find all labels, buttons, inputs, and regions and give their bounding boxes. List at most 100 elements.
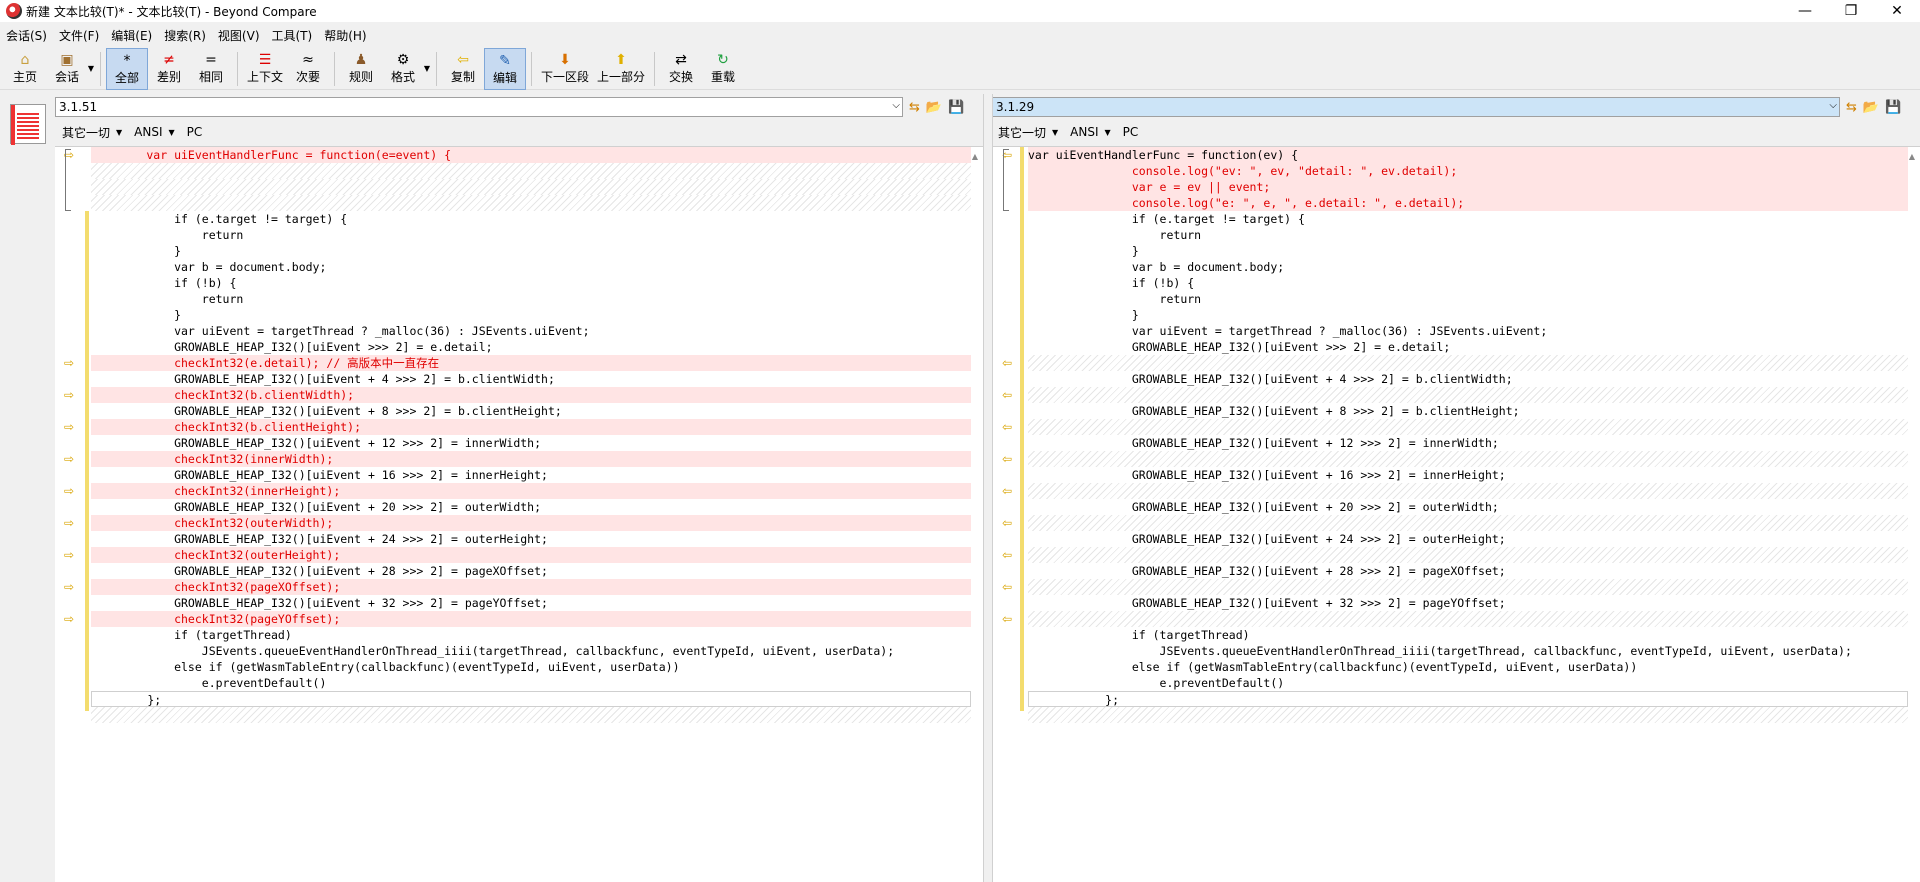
code-line[interactable]: if (!b) {: [1028, 275, 1908, 291]
menu-session[interactable]: 会话(S): [0, 27, 53, 44]
code-line[interactable]: }: [91, 243, 971, 259]
code-line[interactable]: GROWABLE_HEAP_I32()[uiEvent + 28 >>> 2] …: [91, 563, 971, 579]
chevron-down-icon[interactable]: ▼: [1105, 128, 1111, 137]
save-icon[interactable]: 💾: [948, 100, 964, 115]
chevron-down-icon[interactable]: ⌵: [892, 100, 900, 111]
scroll-up-icon[interactable]: ▲: [969, 149, 981, 163]
copy-left-arrow-icon[interactable]: ⇦: [993, 419, 1021, 435]
code-line[interactable]: return: [91, 227, 971, 243]
code-line[interactable]: GROWABLE_HEAP_I32()[uiEvent + 8 >>> 2] =…: [1028, 403, 1908, 419]
copy-left-arrow-icon[interactable]: ⇦: [993, 387, 1021, 403]
code-line[interactable]: [1028, 611, 1908, 627]
code-line[interactable]: var uiEvent = targetThread ? _malloc(36)…: [91, 323, 971, 339]
code-line[interactable]: checkInt32(pageXOffset);: [91, 579, 971, 595]
code-line[interactable]: [1028, 707, 1908, 723]
code-line[interactable]: checkInt32(innerWidth);: [91, 451, 971, 467]
code-line[interactable]: checkInt32(outerWidth);: [91, 515, 971, 531]
code-line[interactable]: var e = ev || event;: [1028, 179, 1908, 195]
code-line[interactable]: var uiEventHandlerFunc = function(e=even…: [91, 147, 971, 163]
copy-left-arrow-icon[interactable]: ⇦: [993, 547, 1021, 563]
minor-button[interactable]: ≈ 次要: [287, 48, 329, 90]
code-line[interactable]: var uiEventHandlerFunc = function(ev) {: [1028, 147, 1908, 163]
copy-left-arrow-icon[interactable]: ⇦: [993, 355, 1021, 371]
code-line[interactable]: GROWABLE_HEAP_I32()[uiEvent + 12 >>> 2] …: [1028, 435, 1908, 451]
code-line[interactable]: [91, 195, 971, 211]
code-line[interactable]: checkInt32(innerHeight);: [91, 483, 971, 499]
code-line[interactable]: return: [91, 291, 971, 307]
edit-button[interactable]: ✎ 编辑: [484, 48, 527, 90]
code-line[interactable]: if (!b) {: [91, 275, 971, 291]
code-line[interactable]: var uiEvent = targetThread ? _malloc(36)…: [1028, 323, 1908, 339]
code-line[interactable]: GROWABLE_HEAP_I32()[uiEvent + 24 >>> 2] …: [1028, 531, 1908, 547]
menu-file[interactable]: 文件(F): [53, 27, 105, 44]
menu-view[interactable]: 视图(V): [212, 27, 266, 44]
left-filter-label[interactable]: 其它一切: [62, 124, 110, 141]
code-line[interactable]: [1028, 515, 1908, 531]
code-line[interactable]: var b = document.body;: [1028, 259, 1908, 275]
code-line[interactable]: [91, 163, 971, 179]
menu-tools[interactable]: 工具(T): [266, 27, 319, 44]
copy-button[interactable]: ⇦ 复制: [442, 48, 484, 90]
code-line[interactable]: [1028, 419, 1908, 435]
code-line[interactable]: JSEvents.queueEventHandlerOnThread_iiii(…: [91, 643, 971, 659]
restore-button[interactable]: ❐: [1828, 0, 1874, 22]
menu-search[interactable]: 搜索(R): [158, 27, 212, 44]
reload-button[interactable]: ↻ 重载: [702, 48, 744, 90]
rules-button[interactable]: ♟ 规则: [340, 48, 382, 90]
code-line[interactable]: }: [1028, 307, 1908, 323]
prev-section-button[interactable]: ⬆ 上一部分: [593, 48, 649, 90]
code-line[interactable]: GROWABLE_HEAP_I32()[uiEvent + 16 >>> 2] …: [1028, 467, 1908, 483]
copy-right-arrow-icon[interactable]: ⇨: [55, 387, 83, 403]
copy-left-arrow-icon[interactable]: ⇦: [993, 483, 1021, 499]
code-line[interactable]: GROWABLE_HEAP_I32()[uiEvent + 4 >>> 2] =…: [1028, 371, 1908, 387]
chevron-down-icon[interactable]: ▼: [116, 128, 122, 137]
copy-left-arrow-icon[interactable]: ⇦: [993, 451, 1021, 467]
right-editor-pane[interactable]: ⇦ ⇦ ⇦ ⇦ ⇦ ⇦ ⇦ ⇦ ⇦ ⇦ var uiEventHandlerFunc = func…: [993, 146, 1920, 882]
code-line[interactable]: JSEvents.queueEventHandlerOnThread_iiii(…: [1028, 643, 1908, 659]
code-line[interactable]: if (targetThread): [91, 627, 971, 643]
copy-left-arrow-icon[interactable]: ⇦: [993, 579, 1021, 595]
left-editor-pane[interactable]: ⇨ ⇨ ⇨ ⇨ ⇨ ⇨ ⇨ ⇨ ⇨ ⇨ var uiEventHandlerFunc = func…: [55, 146, 983, 882]
code-line[interactable]: GROWABLE_HEAP_I32()[uiEvent + 32 >>> 2] …: [91, 595, 971, 611]
save-icon[interactable]: 💾: [1885, 100, 1901, 115]
swap-path-icon[interactable]: ⇆: [1846, 100, 1857, 115]
code-line[interactable]: console.log("e: ", e, ", e.detail: ", e.…: [1028, 195, 1908, 211]
copy-right-arrow-icon[interactable]: ⇨: [55, 451, 83, 467]
code-line[interactable]: GROWABLE_HEAP_I32()[uiEvent + 20 >>> 2] …: [1028, 499, 1908, 515]
code-line[interactable]: return: [1028, 291, 1908, 307]
pane-splitter[interactable]: [983, 94, 993, 882]
code-line[interactable]: if (e.target != target) {: [91, 211, 971, 227]
scroll-up-icon[interactable]: ▲: [1906, 149, 1918, 163]
code-line[interactable]: GROWABLE_HEAP_I32()[uiEvent + 20 >>> 2] …: [91, 499, 971, 515]
code-line[interactable]: e.preventDefault(): [91, 675, 971, 691]
code-line[interactable]: [1028, 451, 1908, 467]
code-line[interactable]: else if (getWasmTableEntry(callbackfunc)…: [91, 659, 971, 675]
code-line[interactable]: return: [1028, 227, 1908, 243]
code-line[interactable]: GROWABLE_HEAP_I32()[uiEvent >>> 2] = e.d…: [1028, 339, 1908, 355]
code-line[interactable]: GROWABLE_HEAP_I32()[uiEvent + 4 >>> 2] =…: [91, 371, 971, 387]
right-filter-label[interactable]: 其它一切: [998, 124, 1046, 141]
chevron-down-icon[interactable]: ▼: [1052, 128, 1058, 137]
code-line[interactable]: e.preventDefault(): [1028, 675, 1908, 691]
copy-left-arrow-icon[interactable]: ⇦: [993, 515, 1021, 531]
code-line[interactable]: GROWABLE_HEAP_I32()[uiEvent + 24 >>> 2] …: [91, 531, 971, 547]
code-line[interactable]: checkInt32(outerHeight);: [91, 547, 971, 563]
copy-right-arrow-icon[interactable]: ⇨: [55, 515, 83, 531]
code-line[interactable]: if (targetThread): [1028, 627, 1908, 643]
code-line[interactable]: GROWABLE_HEAP_I32()[uiEvent + 12 >>> 2] …: [91, 435, 971, 451]
copy-right-arrow-icon[interactable]: ⇨: [55, 579, 83, 595]
code-line[interactable]: [91, 179, 971, 195]
left-path-input[interactable]: 3.1.51 ⌵: [55, 97, 903, 117]
code-line[interactable]: var b = document.body;: [91, 259, 971, 275]
code-line[interactable]: console.log("ev: ", ev, "detail: ", ev.d…: [1028, 163, 1908, 179]
copy-left-arrow-icon[interactable]: ⇦: [993, 611, 1021, 627]
session-dropdown-icon[interactable]: ▼: [88, 64, 94, 73]
code-line[interactable]: GROWABLE_HEAP_I32()[uiEvent + 32 >>> 2] …: [1028, 595, 1908, 611]
code-line[interactable]: GROWABLE_HEAP_I32()[uiEvent + 28 >>> 2] …: [1028, 563, 1908, 579]
chevron-down-icon[interactable]: ⌵: [1829, 100, 1837, 111]
right-encoding-label[interactable]: ANSI: [1070, 125, 1098, 139]
next-section-button[interactable]: ⬇ 下一区段: [537, 48, 593, 90]
code-line[interactable]: else if (getWasmTableEntry(callbackfunc)…: [1028, 659, 1908, 675]
code-line[interactable]: checkInt32(b.clientHeight);: [91, 419, 971, 435]
format-button[interactable]: ⚙ 格式 ▼: [382, 48, 430, 90]
